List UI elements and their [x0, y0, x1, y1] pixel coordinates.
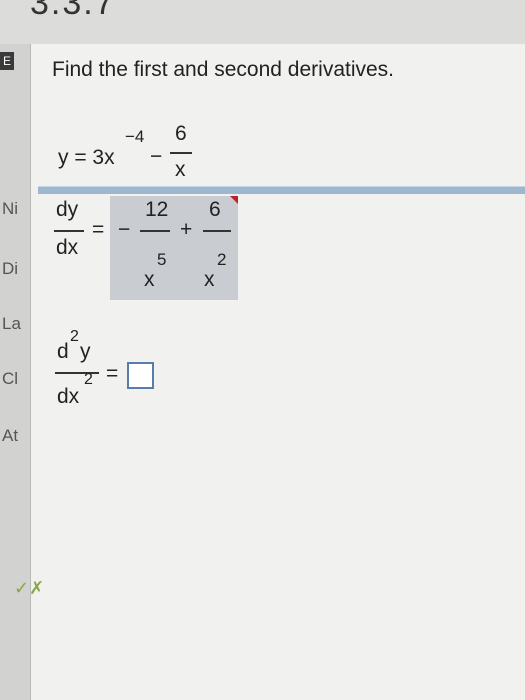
dx-label: dx — [56, 236, 79, 259]
function-exponent: −4 — [125, 127, 145, 146]
dy-label: dy — [56, 198, 79, 221]
function-minus: − — [150, 145, 163, 168]
answer-flag-icon — [230, 196, 238, 204]
function-frac-num: 6 — [175, 122, 187, 145]
term2-frac-line — [203, 230, 231, 232]
function-frac-line — [170, 152, 192, 154]
term2-num: 6 — [209, 198, 221, 221]
check-x-icon: ✓✗ — [14, 578, 45, 598]
term2-den-exp: 2 — [217, 250, 227, 269]
d2-den-base: dx — [57, 385, 80, 408]
first-deriv-sign: − — [118, 218, 131, 241]
section-divider — [38, 186, 525, 194]
dydx-frac-line — [54, 230, 84, 232]
rail-label-5[interactable]: At — [2, 426, 18, 446]
d2-num-exp: 2 — [70, 328, 79, 345]
term2-den: x — [204, 268, 215, 291]
second-deriv-equals: = — [106, 362, 119, 385]
left-rail: Ni Di La Cl At — [0, 44, 31, 700]
first-deriv-equals: = — [92, 218, 105, 241]
rail-label-3[interactable]: La — [2, 314, 21, 334]
term1-num: 12 — [145, 198, 169, 221]
d2-den-exp: 2 — [84, 371, 93, 388]
term1-den: x — [144, 268, 155, 291]
question-icon: E — [0, 52, 14, 70]
rail-label-2[interactable]: Di — [2, 259, 18, 279]
d2-num-var: y — [80, 340, 91, 363]
section-number: 3.3.7 — [30, 0, 116, 22]
term1-frac-line — [140, 230, 170, 232]
rail-label-1[interactable]: Ni — [2, 199, 18, 219]
rail-label-4[interactable]: Cl — [2, 369, 18, 389]
question-prompt: Find the first and second derivatives. — [52, 58, 395, 81]
first-deriv-plus: + — [180, 218, 193, 241]
d2-num-base: d — [57, 340, 69, 363]
top-strip: 3.3.7 — [0, 0, 525, 45]
function-lhs: y = 3x — [58, 146, 115, 169]
function-frac-den: x — [175, 158, 186, 181]
term1-den-exp: 5 — [157, 250, 167, 269]
second-derivative-input[interactable] — [127, 362, 154, 389]
